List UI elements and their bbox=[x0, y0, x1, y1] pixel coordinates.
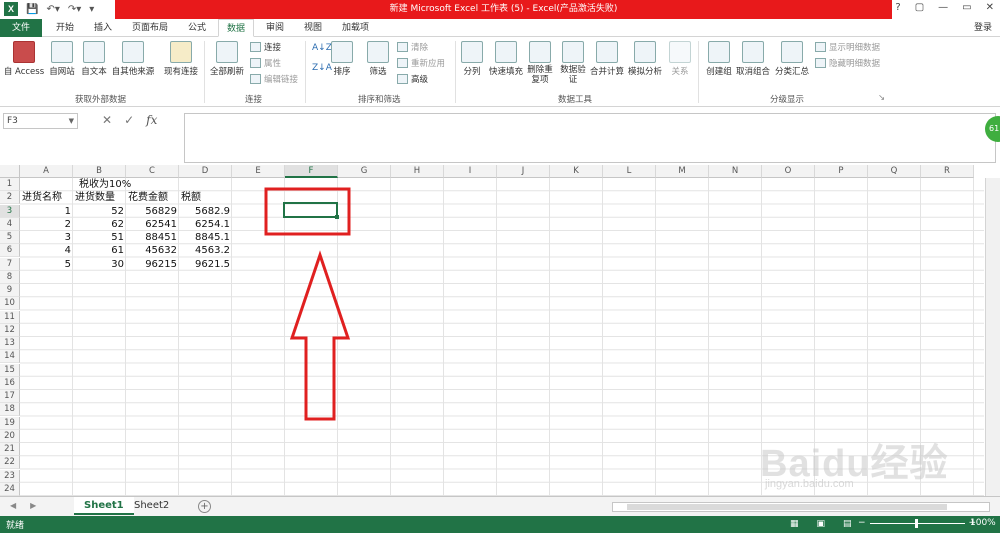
view-buttons: ▦ ▣ ▤ bbox=[790, 519, 852, 529]
scroll-thumb[interactable] bbox=[627, 504, 947, 510]
status-bar: 就绪 ▦ ▣ ▤ − + 100% bbox=[0, 516, 1000, 533]
add-sheet-button[interactable]: + bbox=[198, 500, 211, 513]
zoom-thumb[interactable] bbox=[914, 518, 918, 528]
up-arrow-annotation bbox=[289, 250, 351, 421]
baidu-watermark-url: jingyan.baidu.com bbox=[765, 478, 854, 490]
fill-handle[interactable] bbox=[335, 215, 339, 219]
zoom-out-icon[interactable]: − bbox=[858, 518, 866, 528]
sheet-tab-bar: ◀ ▶ Sheet1 Sheet2 + bbox=[0, 496, 1000, 516]
page-layout-view-icon[interactable]: ▣ bbox=[817, 519, 826, 529]
next-sheet-icon[interactable]: ▶ bbox=[30, 501, 36, 510]
prev-sheet-icon[interactable]: ◀ bbox=[10, 501, 16, 510]
status-ready: 就绪 bbox=[6, 521, 25, 531]
zoom-level[interactable]: 100% bbox=[970, 518, 996, 528]
normal-view-icon[interactable]: ▦ bbox=[790, 519, 799, 529]
sheet-nav: ◀ ▶ bbox=[10, 501, 36, 510]
active-cell-border bbox=[283, 202, 338, 218]
sheet-tab-sheet2[interactable]: Sheet2 bbox=[124, 497, 179, 515]
page-break-view-icon[interactable]: ▤ bbox=[843, 519, 852, 529]
vertical-scrollbar[interactable] bbox=[985, 178, 1000, 496]
horizontal-scrollbar[interactable] bbox=[612, 502, 990, 512]
zoom-slider[interactable]: − + bbox=[858, 518, 976, 528]
